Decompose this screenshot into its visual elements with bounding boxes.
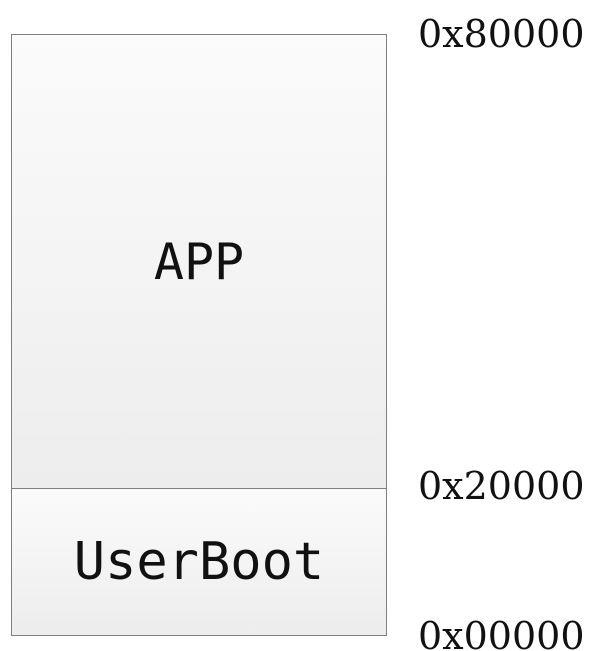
region-userboot-label: UserBoot xyxy=(73,532,325,592)
address-boundary-label: 0x20000 xyxy=(418,464,585,508)
region-app: APP xyxy=(12,35,386,488)
address-bottom-label: 0x00000 xyxy=(418,614,585,651)
memory-map-block: APP UserBoot xyxy=(11,34,387,636)
region-userboot: UserBoot xyxy=(12,488,386,635)
memory-map-diagram: APP UserBoot 0x80000 0x20000 0x00000 xyxy=(0,0,589,651)
address-top-label: 0x80000 xyxy=(418,12,585,56)
region-app-label: APP xyxy=(153,232,245,291)
